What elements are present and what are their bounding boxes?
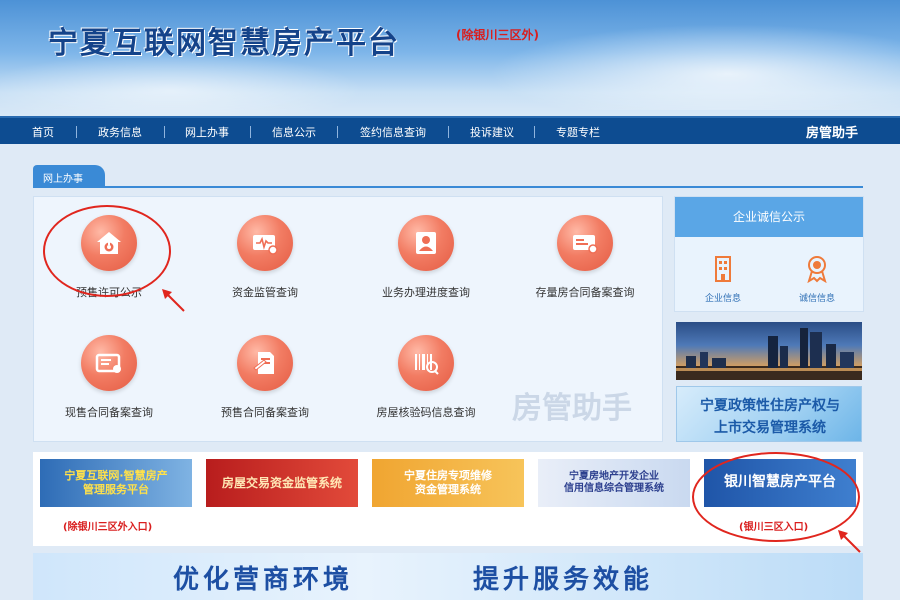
slogan-banner: 优化营商环境 提升服务效能 (33, 553, 863, 600)
service-existing-contract[interactable]: 存量房合同备案查询 (510, 215, 660, 300)
policy-housing-banner[interactable]: 宁夏政策性住房产权与 上市交易管理系统 (676, 386, 862, 442)
banner-caption: (除银川三区外入口) (63, 522, 153, 533)
service-progress-query[interactable]: 业务办理进度查询 (351, 215, 501, 300)
policy-banner-line1: 宁夏政策性住房产权与 (700, 398, 840, 414)
tab-underline (33, 186, 863, 188)
service-spot-contract[interactable]: 现售合同备案查询 (34, 335, 184, 420)
credit-item-enterprise[interactable]: 企业信息 (683, 253, 763, 304)
medal-icon (807, 256, 827, 284)
nav-online-services[interactable]: 网上办事 (185, 124, 229, 140)
site-title[interactable]: 宁夏互联网智慧房产平台 (48, 18, 400, 62)
card-icon (237, 215, 293, 271)
site-header: 宁夏互联网智慧房产平台 (除银川三区外) (0, 0, 900, 116)
nav-divider (448, 126, 449, 138)
banner-line: 资金管理系统 (415, 483, 481, 496)
highlight-annotation (43, 205, 171, 297)
service-fund-supervision[interactable]: 资金监管查询 (190, 215, 340, 300)
credit-panel-title: 企业诚信公示 (675, 197, 863, 237)
credit-item-label: 诚信信息 (798, 294, 835, 304)
nav-home[interactable]: 首页 (32, 124, 54, 140)
link-fund-supervision-system[interactable]: 房屋交易资金监管系统 (206, 459, 358, 507)
barcode-icon (398, 335, 454, 391)
highlight-annotation (692, 452, 860, 542)
nav-special-topics[interactable]: 专题专栏 (556, 124, 600, 140)
skyline-image (676, 328, 862, 380)
credit-item-label: 企业信息 (704, 294, 741, 304)
nav-divider (337, 126, 338, 138)
service-label: 业务办理进度查询 (382, 286, 470, 299)
document-pen-icon (237, 335, 293, 391)
contract-icon (557, 215, 613, 271)
site-subtitle: (除银川三区外) (456, 28, 539, 42)
watermark: 房管助手 (512, 391, 632, 426)
slogan-left: 优化营商环境 (173, 565, 354, 595)
city-skyline-banner[interactable] (676, 322, 862, 380)
building-icon (715, 256, 731, 282)
id-card-icon (398, 215, 454, 271)
arrow-annotation-icon (162, 289, 185, 312)
main-nav: 首页 政务信息 网上办事 信息公示 签约信息查询 投诉建议 专题专栏 房管助手 (0, 116, 900, 144)
service-verification-code[interactable]: 房屋核验码信息查询 (351, 335, 501, 420)
service-label: 预售合同备案查询 (221, 406, 309, 419)
nav-divider (534, 126, 535, 138)
nav-complaints[interactable]: 投诉建议 (470, 124, 514, 140)
nav-contract-query[interactable]: 签约信息查询 (360, 124, 426, 140)
banner-line: 宁夏互联网·智慧房产 (64, 469, 168, 483)
link-ningxia-smart-housing[interactable]: 宁夏互联网·智慧房产 管理服务平台 (40, 459, 192, 507)
nav-public-info[interactable]: 信息公示 (272, 124, 316, 140)
certificate-icon (81, 335, 137, 391)
link-maintenance-fund-system[interactable]: 宁夏住房专项维修 资金管理系统 (372, 459, 524, 507)
nav-divider (76, 126, 77, 138)
credit-item-integrity[interactable]: 诚信信息 (777, 253, 857, 304)
nav-divider (164, 126, 165, 138)
banner-line: 房屋交易资金监管系统 (221, 475, 342, 490)
service-label: 现售合同备案查询 (65, 406, 153, 419)
service-presale-contract[interactable]: 预售合同备案查询 (190, 335, 340, 420)
link-developer-credit-system[interactable]: 宁夏房地产开发企业 信用信息综合管理系统 (538, 459, 690, 507)
enterprise-credit-panel: 企业诚信公示 企业信息 诚信信息 (674, 196, 864, 312)
slogan-right: 提升服务效能 (473, 565, 654, 595)
banner-line: 信用信息综合管理系统 (564, 483, 664, 494)
arrow-annotation-icon (838, 530, 861, 553)
service-label: 存量房合同备案查询 (535, 286, 635, 299)
tab-online-services[interactable]: 网上办事 (33, 165, 105, 187)
banner-line: 宁夏房地产开发企业 (569, 470, 659, 482)
service-label: 房屋核验码信息查询 (376, 406, 476, 419)
service-label: 资金监管查询 (232, 286, 298, 299)
banner-line: 管理服务平台 (83, 483, 149, 496)
nav-housing-assistant[interactable]: 房管助手 (806, 122, 858, 141)
banner-line: 宁夏住房专项维修 (404, 469, 492, 483)
nav-government-info[interactable]: 政务信息 (98, 124, 142, 140)
policy-banner-line2: 上市交易管理系统 (714, 420, 826, 436)
nav-divider (250, 126, 251, 138)
